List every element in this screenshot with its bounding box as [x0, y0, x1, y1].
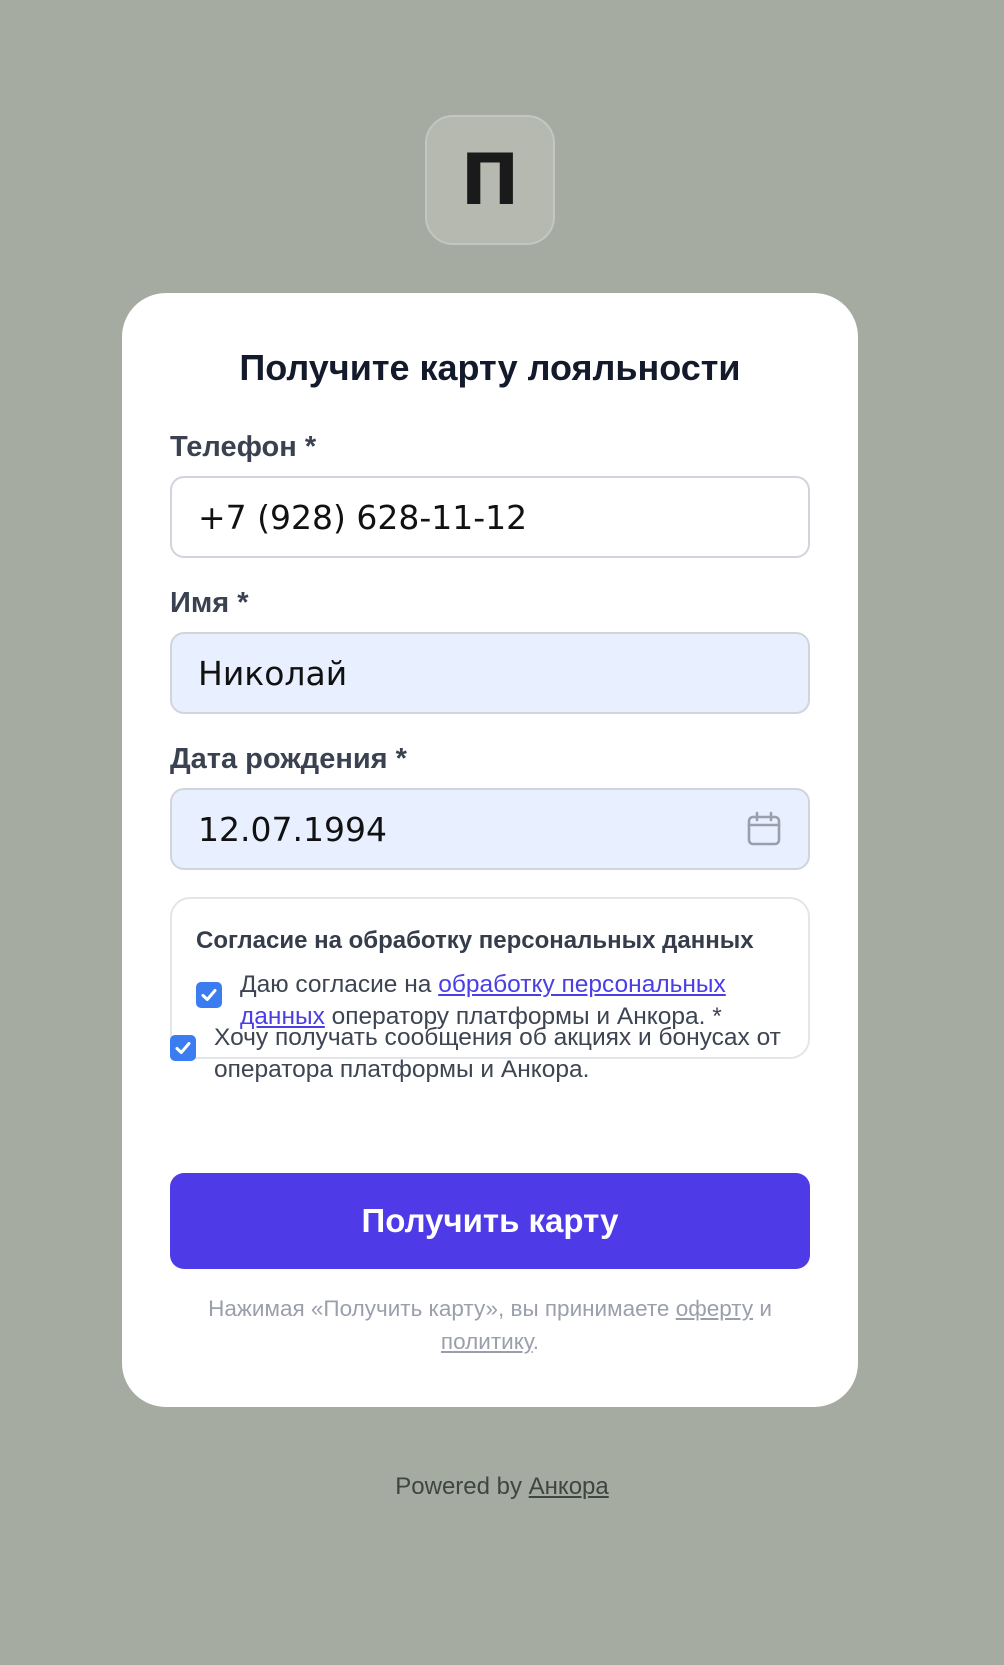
birthdate-input[interactable]: 12.07.1994 — [170, 788, 810, 870]
brand-link[interactable]: Анкора — [529, 1473, 609, 1500]
name-value: Николай — [198, 653, 348, 693]
name-label: Имя * — [170, 587, 249, 619]
brand-logo-letter: П — [460, 139, 520, 221]
marketing-checkbox[interactable] — [170, 1035, 196, 1061]
powered-by-text: Powered by — [395, 1473, 529, 1500]
get-card-button[interactable]: Получить карту — [170, 1173, 810, 1269]
brand-logo: П — [425, 115, 555, 245]
consent-checkbox[interactable] — [196, 982, 222, 1008]
check-icon — [201, 989, 217, 1001]
phone-value: +7 (928) 628-11-12 — [198, 497, 528, 537]
terms-prefix: Нажимая «Получить карту», вы принимаете — [208, 1296, 676, 1321]
offer-link[interactable]: оферту — [676, 1296, 753, 1321]
loyalty-card-form: Получите карту лояльности Телефон * +7 (… — [122, 293, 858, 1407]
birthdate-value: 12.07.1994 — [198, 809, 387, 849]
policy-link[interactable]: политику — [441, 1329, 533, 1354]
terms-suffix: . — [532, 1329, 540, 1354]
terms-note: Нажимая «Получить карту», вы принимаете … — [162, 1292, 818, 1358]
powered-by-footer: Powered by Анкора — [0, 1473, 1004, 1501]
birthdate-label: Дата рождения * — [170, 743, 407, 775]
consent-title: Согласие на обработку персональных данны… — [196, 927, 754, 954]
consent-text-prefix: Даю согласие на — [240, 971, 439, 998]
calendar-icon[interactable] — [746, 811, 782, 847]
check-icon — [175, 1042, 191, 1054]
phone-label: Телефон * — [170, 431, 317, 463]
phone-input[interactable]: +7 (928) 628-11-12 — [170, 476, 810, 558]
name-input[interactable]: Николай — [170, 632, 810, 714]
terms-middle: и — [753, 1296, 772, 1321]
form-title: Получите карту лояльности — [239, 347, 741, 388]
marketing-text: Хочу получать сообщения об акциях и бону… — [214, 1024, 781, 1083]
